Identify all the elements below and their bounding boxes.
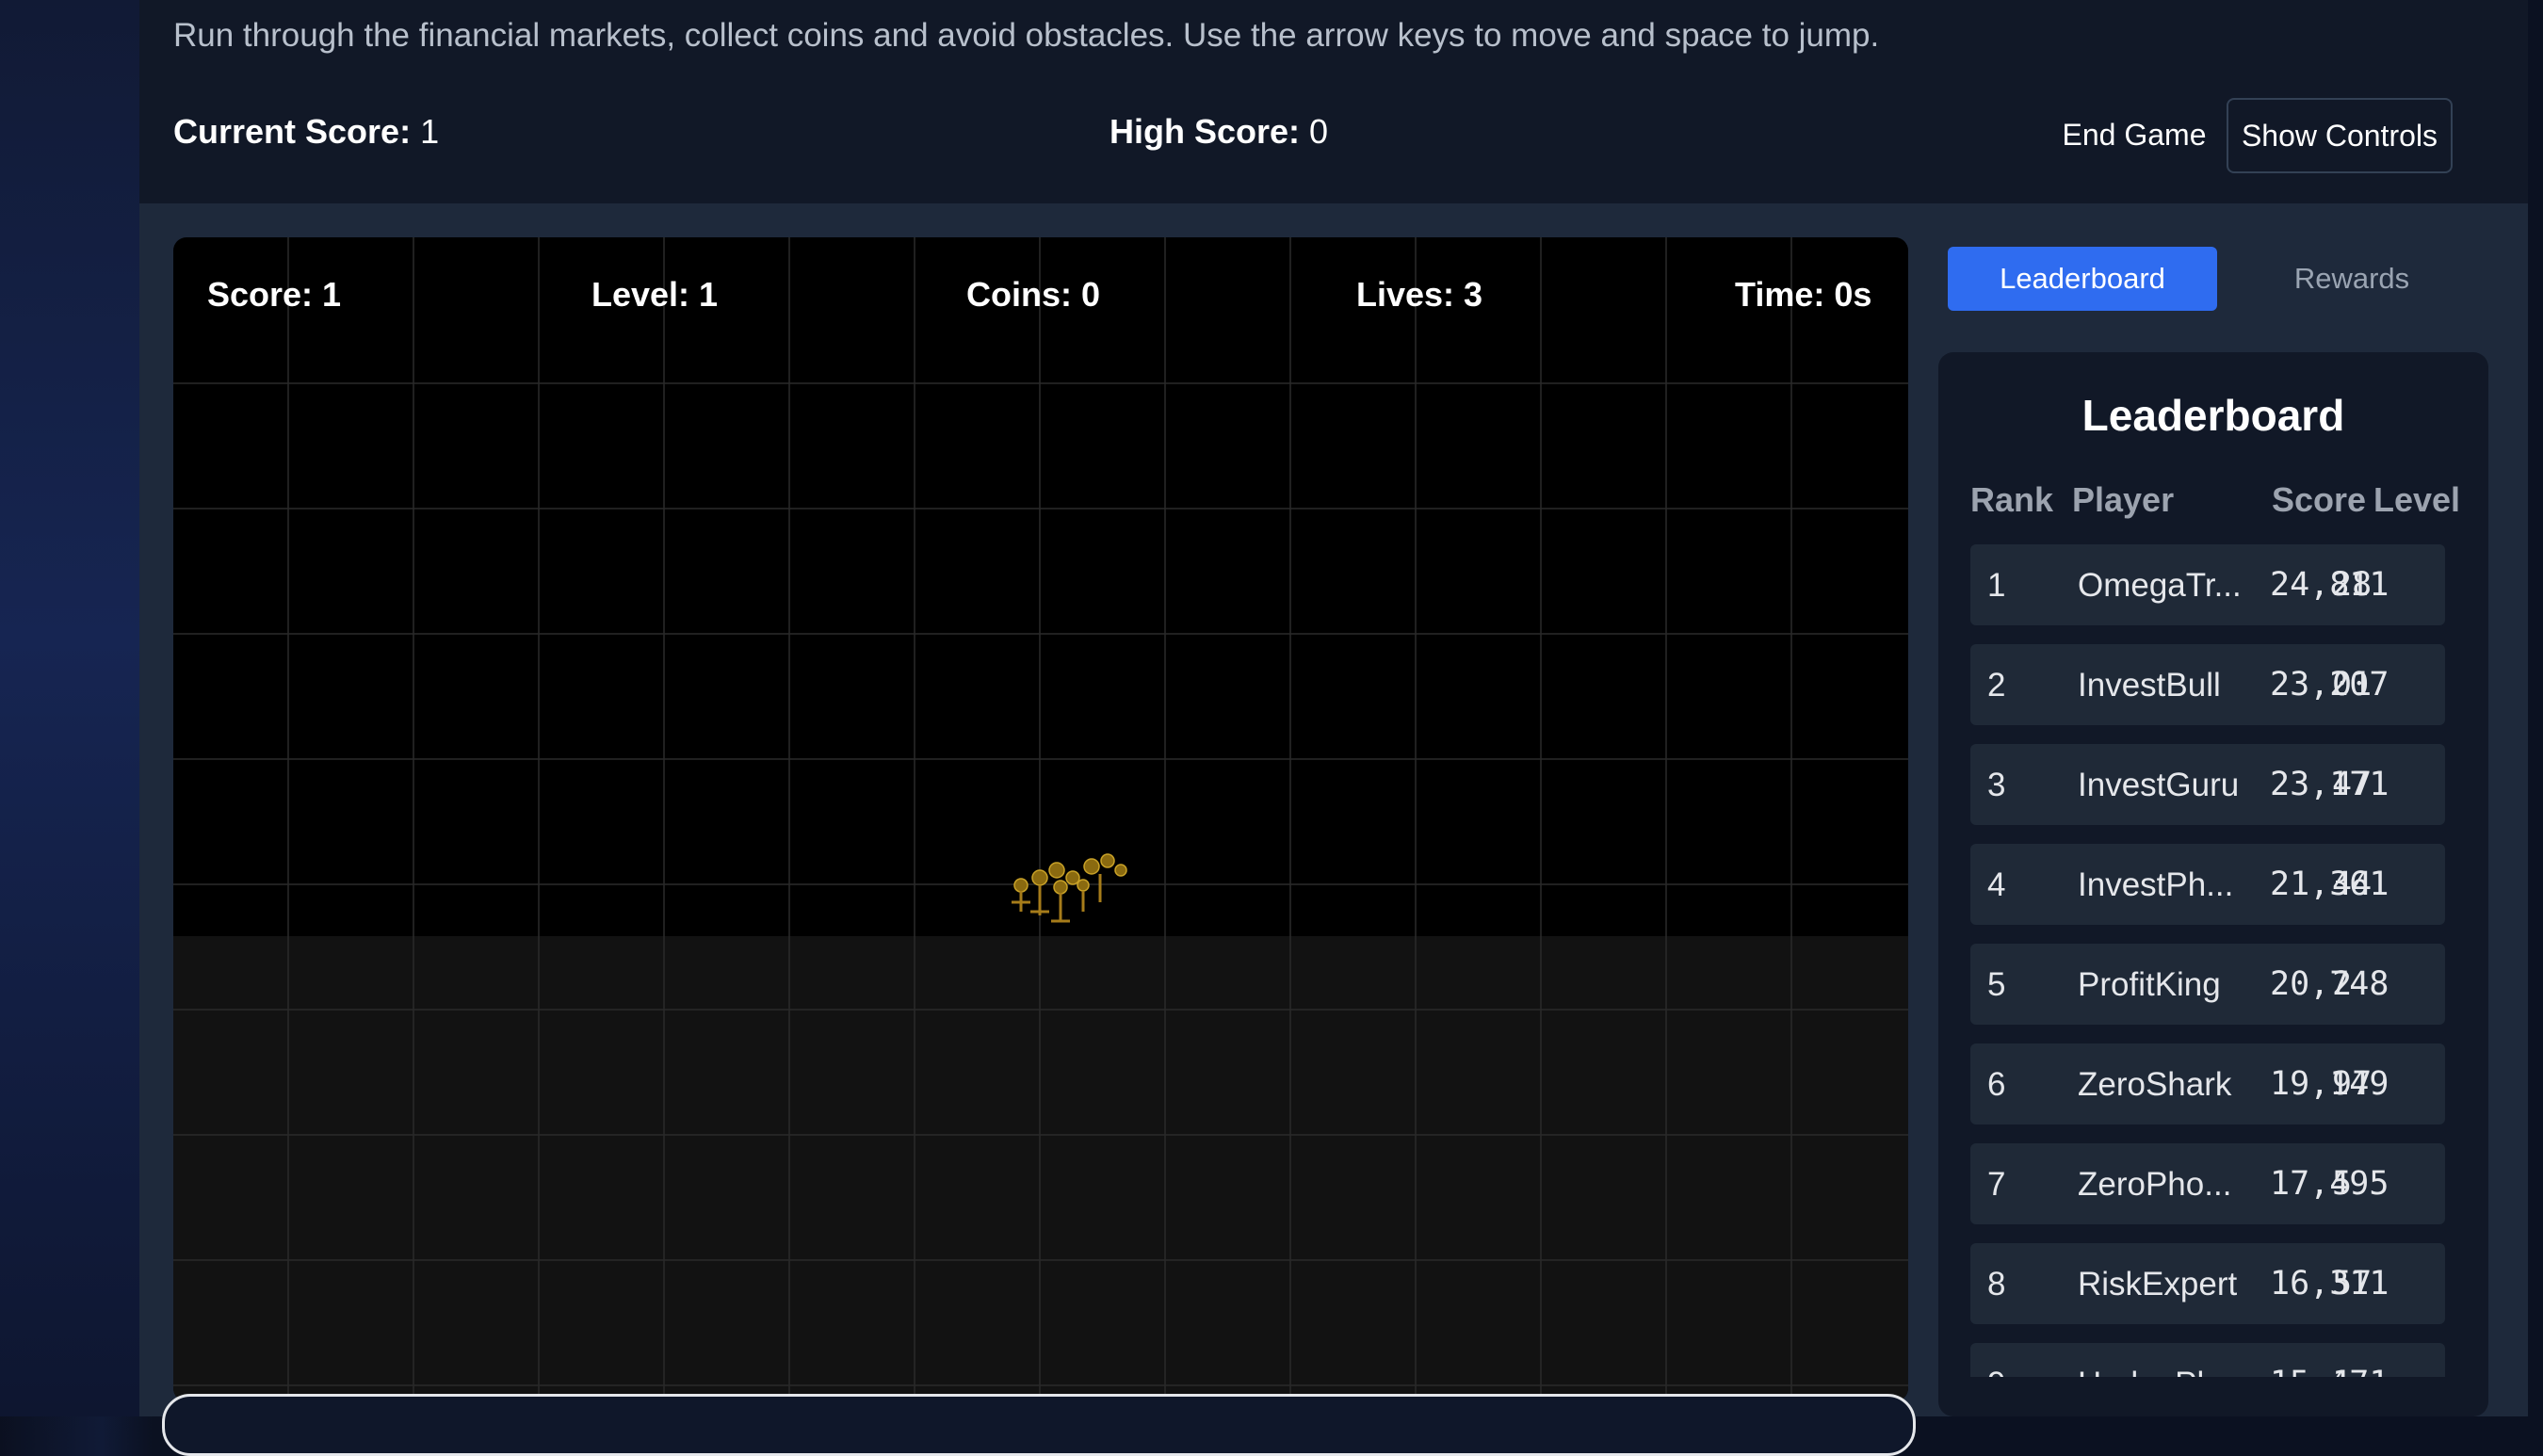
- row-level: 2: [2332, 965, 2353, 1003]
- bottom-control-bar: [162, 1394, 1916, 1456]
- game-description: Run through the financial markets, colle…: [173, 17, 1880, 54]
- game-panel: Run through the financial markets, colle…: [139, 0, 2528, 1456]
- row-player: ProfitKing: [2078, 966, 2221, 1003]
- row-score: 17,495: [2270, 1165, 2389, 1203]
- tab-rewards[interactable]: Rewards: [2217, 247, 2486, 311]
- row-level: 1: [2332, 1365, 2352, 1377]
- header-player: Player: [2072, 480, 2175, 519]
- game-header: Run through the financial markets, colle…: [139, 0, 2528, 203]
- hud-coins: Coins: 0: [966, 275, 1101, 314]
- leaderboard-row: 4 InvestPh... 21,361 44: [1970, 844, 2445, 925]
- leaderboard-row: 6 ZeroShark 19,149 97: [1970, 1043, 2445, 1124]
- row-player: HedgePl...: [2078, 1366, 2231, 1377]
- game-grid: [173, 237, 1908, 1401]
- leaderboard-row: 8 RiskExpert 16,311 57: [1970, 1243, 2445, 1324]
- row-level: 5: [2332, 1165, 2353, 1203]
- current-score-value: 1: [420, 112, 440, 151]
- row-player: ZeroPho...: [2078, 1166, 2232, 1203]
- row-level: 01: [2332, 666, 2373, 704]
- leaderboard-card: Leaderboard Rank Player Score Level 1 Ome…: [1938, 352, 2488, 1416]
- row-player: InvestBull: [2078, 667, 2221, 704]
- row-level: 97: [2332, 1065, 2373, 1103]
- hud-time: Time: 0s: [1735, 275, 1872, 314]
- row-rank: 2: [1987, 667, 2006, 704]
- row-rank: 7: [1987, 1166, 2006, 1203]
- hud-level: Level: 1: [591, 275, 719, 314]
- row-player: InvestPh...: [2078, 866, 2234, 903]
- high-score-value: 0: [1309, 112, 1329, 151]
- hud-lives: Lives: 3: [1356, 275, 1483, 314]
- header-score: Score: [2272, 480, 2367, 519]
- leaderboard-row: 5 ProfitKing 20,748 2: [1970, 944, 2445, 1025]
- hud-score: Score: 1: [207, 275, 342, 314]
- end-game-button[interactable]: End Game: [2023, 98, 2245, 171]
- header-rank: Rank: [1970, 480, 2054, 519]
- page-gradient-strip: [0, 0, 139, 1416]
- leaderboard-row: 3 InvestGuru 23,171 47: [1970, 744, 2445, 825]
- row-player: InvestGuru: [2078, 767, 2240, 803]
- leaderboard-row: 9 HedgePl... 15,4711: [1970, 1343, 2445, 1377]
- game-canvas[interactable]: Score: 1 Level: 1 Coins: 0 Lives: 3 Time…: [173, 237, 1908, 1401]
- row-rank: 8: [1987, 1266, 2006, 1302]
- show-controls-button[interactable]: Show Controls: [2227, 98, 2453, 173]
- row-player: RiskExpert: [2078, 1266, 2238, 1302]
- leaderboard-title: Leaderboard: [2081, 391, 2345, 440]
- row-score: 20,748: [2270, 965, 2389, 1003]
- row-player: OmegaTr...: [2078, 567, 2242, 604]
- high-score: High Score: 0: [1110, 112, 1328, 152]
- row-rank: 5: [1987, 966, 2006, 1003]
- current-score: Current Score: 1: [173, 112, 439, 152]
- row-player: ZeroShark: [2078, 1066, 2232, 1103]
- leaderboard-row: 2 InvestBull 23,207 01: [1970, 644, 2445, 725]
- leaderboard-row: 7 ZeroPho... 17,495 5: [1970, 1143, 2445, 1224]
- row-rank: 6: [1987, 1066, 2006, 1103]
- leaderboard-row: 1 OmegaTr... 24,811 28: [1970, 544, 2445, 625]
- page-edge: [2528, 0, 2543, 1416]
- row-score: 15,471: [2270, 1365, 2389, 1377]
- row-rank: 1: [1987, 567, 2006, 604]
- row-rank: 9: [1987, 1366, 2005, 1377]
- row-level: 44: [2332, 866, 2373, 903]
- row-rank: 3: [1987, 767, 2006, 803]
- row-rank: 4: [1987, 866, 2006, 903]
- tab-leaderboard[interactable]: Leaderboard: [1948, 247, 2217, 311]
- current-score-label: Current Score:: [173, 112, 412, 151]
- row-level: 47: [2332, 766, 2373, 803]
- player-sprite-icon: [1012, 853, 1127, 923]
- leaderboard-list[interactable]: 1 OmegaTr... 24,811 28 2 InvestBull 23,207 01 3 I…: [1970, 544, 2445, 1377]
- row-level: 28: [2332, 566, 2373, 604]
- high-score-label: High Score:: [1110, 112, 1301, 151]
- header-level: Level: [2373, 480, 2461, 519]
- row-level: 57: [2332, 1265, 2373, 1302]
